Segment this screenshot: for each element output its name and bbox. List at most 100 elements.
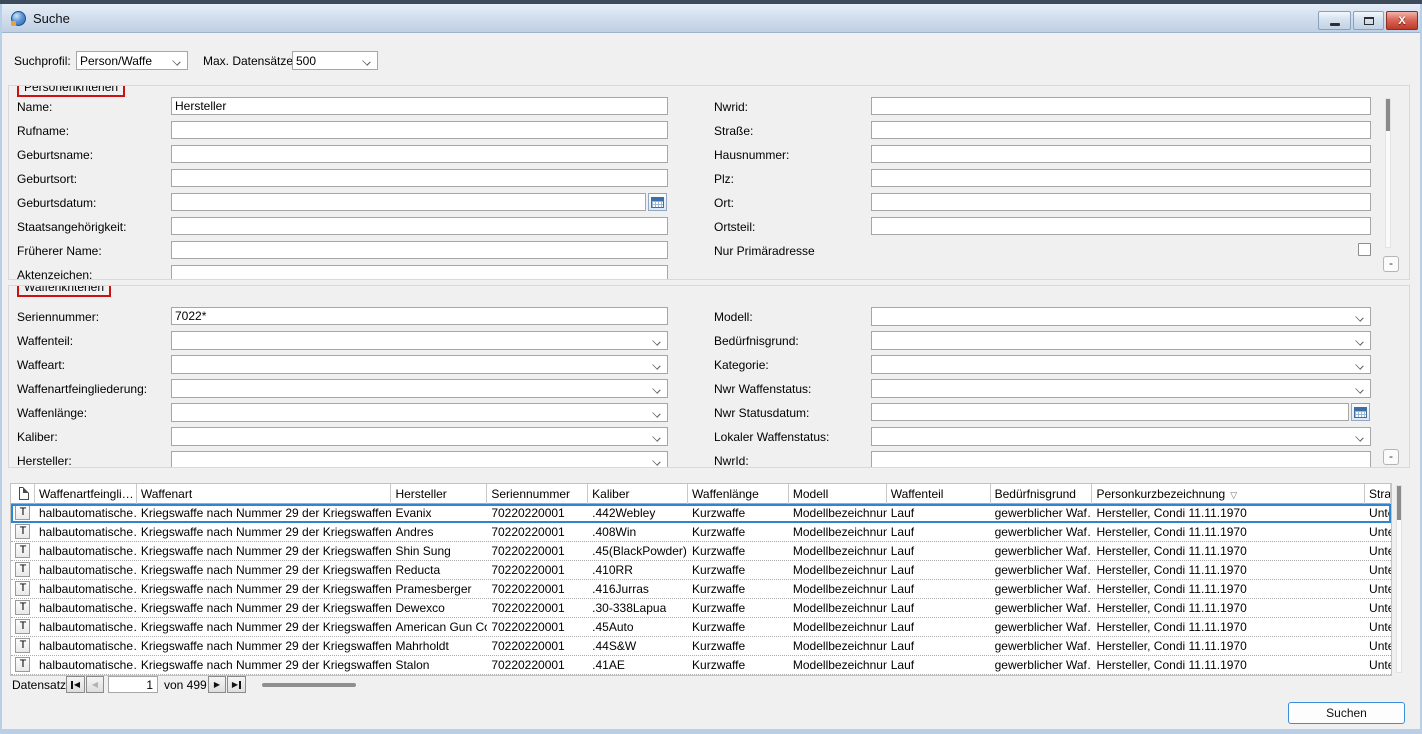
cell-bedurfnisgrund: gewerblicher Waf… (991, 561, 1093, 579)
table-row[interactable]: Thalbautomatische…Kriegswaffe nach Numme… (11, 580, 1391, 599)
row-type-cell: T (11, 542, 35, 560)
column-header-waffenart[interactable]: Waffenart (137, 484, 392, 504)
cell-waffenteil: Lauf (887, 542, 991, 560)
next-record-button[interactable]: ▶ (208, 676, 226, 693)
person-section-scrollbar (1385, 98, 1391, 248)
close-button[interactable]: X (1386, 11, 1418, 30)
cell-modell: Modellbezeichnun… (789, 523, 887, 541)
waffenlange-combobox[interactable] (171, 403, 668, 422)
cell-hersteller: Shin Sung (391, 542, 487, 560)
cell-personkurzbezeichnung: Hersteller, Condi 11.11.1970 (1092, 523, 1365, 541)
table-header-row: Waffenartfeingli…WaffenartHerstellerSeri… (11, 484, 1391, 504)
minimize-button[interactable] (1318, 11, 1351, 30)
nwr-waffenstatus-combobox[interactable] (871, 379, 1371, 398)
geburtsdatum-calendar-button[interactable] (648, 193, 667, 211)
modell-combobox[interactable] (871, 307, 1371, 326)
chevron-down-icon (653, 458, 660, 465)
nwr-waffenstatus-label: Nwr Waffenstatus: (714, 382, 811, 396)
table-row[interactable]: Thalbautomatische…Kriegswaffe nach Numme… (11, 523, 1391, 542)
plz-input[interactable] (871, 169, 1371, 187)
minimize-icon (1330, 23, 1340, 26)
hausnummer-input[interactable] (871, 145, 1371, 163)
first-record-icon: ◀ (74, 681, 80, 689)
table-row[interactable]: Thalbautomatische…Kriegswaffe nach Numme… (11, 599, 1391, 618)
fruherer-name-input[interactable] (171, 241, 668, 259)
column-header-waffenartfeingli[interactable]: Waffenartfeingli… (35, 484, 137, 504)
suchprofil-combobox[interactable]: Person/Waffe (76, 51, 188, 70)
nwrid-input[interactable] (871, 451, 1371, 468)
previous-record-button[interactable]: ◀ (86, 676, 104, 693)
table-scrollbar-thumb[interactable] (1397, 486, 1401, 520)
kategorie-combobox[interactable] (871, 355, 1371, 374)
weapon-section-collapse-button[interactable]: - (1383, 449, 1399, 465)
column-header-waffenlange[interactable]: Waffenlänge (688, 484, 789, 504)
nwr-statusdatum-input[interactable] (871, 403, 1349, 421)
chevron-down-icon (173, 58, 180, 65)
waffeart-label: Waffeart: (17, 358, 65, 372)
column-header-label: Modell (793, 487, 828, 501)
person-section-collapse-button[interactable]: - (1383, 256, 1399, 272)
last-record-button[interactable]: ▶ (227, 676, 246, 693)
table-row[interactable]: Thalbautomatische…Kriegswaffe nach Numme… (11, 542, 1391, 561)
column-header-icon[interactable] (11, 484, 35, 504)
first-record-button[interactable]: ◀ (66, 676, 85, 693)
name-input[interactable] (171, 97, 668, 115)
table-row[interactable]: Thalbautomatische…Kriegswaffe nach Numme… (11, 618, 1391, 637)
column-header-personkurzbezeichnung[interactable]: Personkurzbezeichnung▽ (1092, 484, 1365, 504)
nur-primaradresse-checkbox[interactable] (1358, 243, 1371, 256)
waffenartfeingliederung-combobox[interactable] (171, 379, 668, 398)
cell-waffenart: Kriegswaffe nach Nummer 29 der Kriegswaf… (137, 618, 392, 636)
ort-input[interactable] (871, 193, 1371, 211)
cell-hersteller: Dewexco (391, 599, 487, 617)
nwr-statusdatum-calendar-button[interactable] (1351, 403, 1370, 421)
table-row[interactable]: Thalbautomatische…Kriegswaffe nach Numme… (11, 504, 1391, 523)
cell-waffenlange: Kurzwaffe (688, 504, 789, 522)
seriennummer-input[interactable] (171, 307, 668, 325)
rufname-input[interactable] (171, 121, 668, 139)
lokaler-waffenstatus-combobox[interactable] (871, 427, 1371, 446)
column-header-kaliber[interactable]: Kaliber (588, 484, 688, 504)
kaliber-combobox[interactable] (171, 427, 668, 446)
hersteller-combobox[interactable] (171, 451, 668, 468)
column-header-waffenteil[interactable]: Waffenteil (887, 484, 991, 504)
aktenzeichen-input[interactable] (171, 265, 668, 280)
nwrid-input[interactable] (871, 97, 1371, 115)
column-header-seriennummer[interactable]: Seriennummer (487, 484, 588, 504)
record-number-input[interactable] (108, 676, 158, 693)
cell-bedurfnisgrund: gewerblicher Waf… (991, 599, 1093, 617)
maximize-button[interactable] (1353, 11, 1384, 30)
cell-waffenlange: Kurzwaffe (688, 542, 789, 560)
cell-kaliber: .408Win (588, 523, 688, 541)
column-header-strasse[interactable]: Straße (1365, 484, 1391, 504)
waffenteil-combobox[interactable] (171, 331, 668, 350)
staatsangehorigkeit-input[interactable] (171, 217, 668, 235)
geburtsort-input[interactable] (171, 169, 668, 187)
cell-strasse: Unter (1365, 599, 1391, 617)
waffeart-combobox[interactable] (171, 355, 668, 374)
column-header-hersteller[interactable]: Hersteller (391, 484, 487, 504)
hersteller-label: Hersteller: (17, 454, 72, 468)
weapon-type-icon: T (15, 657, 30, 672)
first-record-icon (71, 681, 73, 689)
ortsteil-input[interactable] (871, 217, 1371, 235)
strasse-input[interactable] (871, 121, 1371, 139)
bedurfnisgrund-combobox[interactable] (871, 331, 1371, 350)
table-row[interactable]: Thalbautomatische…Kriegswaffe nach Numme… (11, 656, 1391, 675)
next-record-icon: ▶ (214, 681, 220, 689)
geburtsname-input[interactable] (171, 145, 668, 163)
chevron-down-icon (1356, 314, 1363, 321)
column-header-bedurfnisgrund[interactable]: Bedürfnisgrund (991, 484, 1093, 504)
person-scrollbar-thumb[interactable] (1386, 99, 1390, 131)
cell-waffenart: Kriegswaffe nach Nummer 29 der Kriegswaf… (137, 542, 392, 560)
table-row[interactable]: Thalbautomatische…Kriegswaffe nach Numme… (11, 637, 1391, 656)
column-header-modell[interactable]: Modell (789, 484, 887, 504)
max-datensaetze-combobox[interactable]: 500 (292, 51, 378, 70)
table-row[interactable]: Thalbautomatische…Kriegswaffe nach Numme… (11, 561, 1391, 580)
ort-label: Ort: (714, 196, 734, 210)
geburtsdatum-input[interactable] (171, 193, 646, 211)
table-hscrollbar-thumb[interactable] (262, 683, 356, 687)
suchen-button[interactable]: Suchen (1288, 702, 1405, 724)
cell-hersteller: Evanix (391, 504, 487, 522)
cell-waffenartfeingli: halbautomatische… (35, 580, 137, 598)
cell-waffenteil: Lauf (887, 599, 991, 617)
